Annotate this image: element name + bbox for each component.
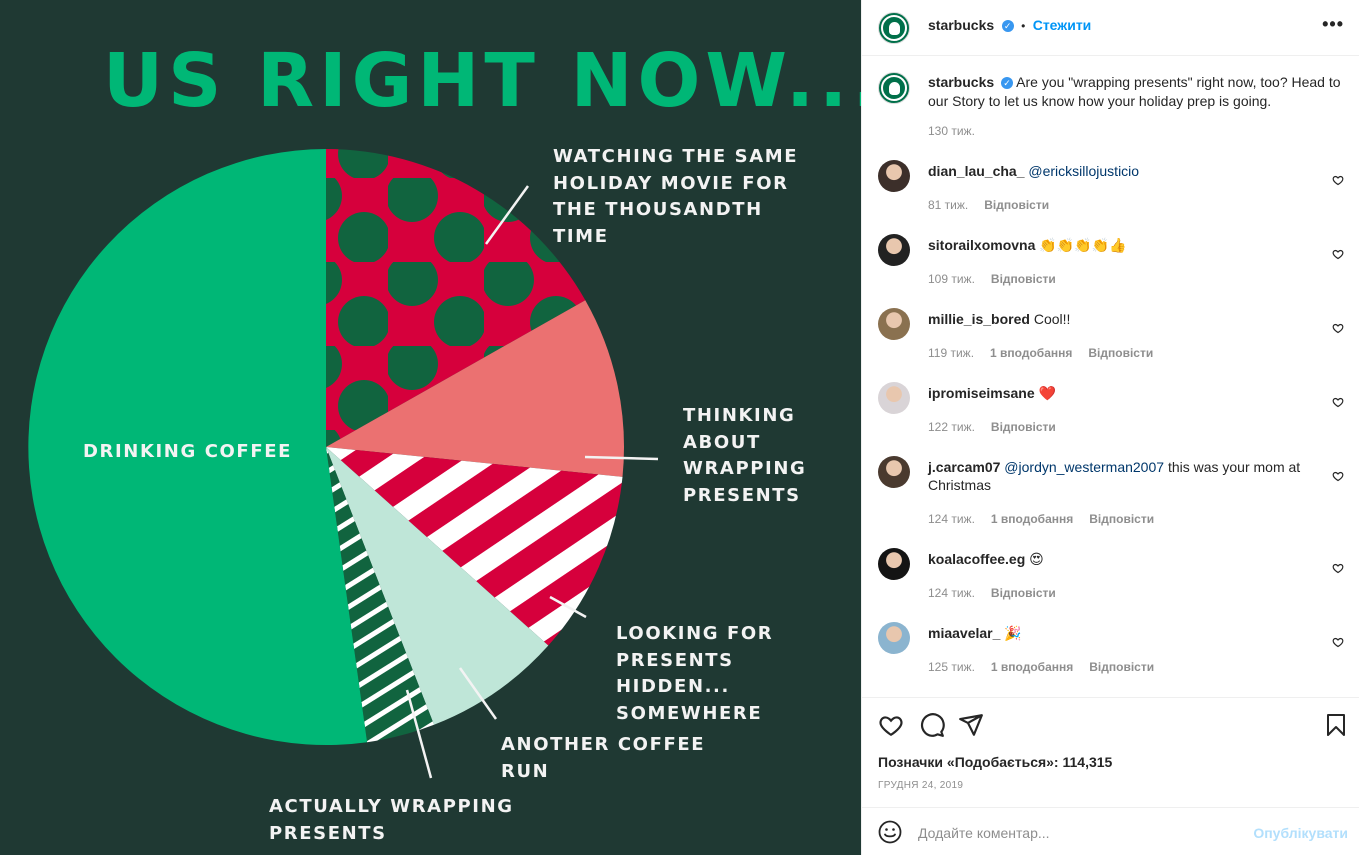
comment-text: 👏👏👏👏👍 — [1039, 237, 1127, 253]
comment-input[interactable]: Додайте коментар... — [918, 825, 1050, 841]
comment-text: 🎉 — [1004, 625, 1022, 641]
reply-button[interactable]: Відповісти — [984, 198, 1049, 212]
comment-body: millie_is_bored Cool!! — [928, 310, 1318, 328]
comment-text: Cool!! — [1033, 311, 1071, 327]
reply-button[interactable]: Відповісти — [1089, 660, 1154, 674]
avatar[interactable] — [878, 382, 910, 414]
comment-like-heart-icon[interactable] — [1332, 248, 1344, 260]
comment-like-heart-icon[interactable] — [1332, 396, 1344, 408]
avatar[interactable] — [878, 548, 910, 580]
comment-meta: 122 тиж. Відповісти — [928, 420, 1072, 434]
likes-count[interactable]: Позначки «Подобається»: 114,315 — [878, 754, 1112, 770]
post-image[interactable]: US RIGHT NOW... WATCHING THE SAME HOLIDA… — [0, 0, 861, 855]
comment-username[interactable]: sitorailxomovna — [928, 237, 1035, 253]
comment-meta: 109 тиж. Відповісти — [928, 272, 1072, 286]
comment-username[interactable]: ipromiseimsane — [928, 385, 1035, 401]
caption-username[interactable]: starbucks — [928, 74, 994, 90]
comment-item: dian_lau_cha_ @ericksillojusticio 81 тиж… — [878, 160, 1348, 234]
comment-body: sitorailxomovna 👏👏👏👏👍 — [928, 236, 1318, 254]
label-watching-movie: WATCHING THE SAME HOLIDAY MOVIE FOR THE … — [553, 146, 799, 247]
reply-button[interactable]: Відповісти — [991, 420, 1056, 434]
comment-body: dian_lau_cha_ @ericksillojusticio — [928, 162, 1318, 180]
comment-like-heart-icon[interactable] — [1332, 562, 1344, 574]
comment-time[interactable]: 125 тиж. — [928, 660, 975, 674]
comment-time[interactable]: 124 тиж. — [928, 512, 975, 526]
comment-body: j.carcam07 @jordyn_westerman2007 this wa… — [928, 458, 1318, 494]
comment-body: koalacoffee.eg 😍 — [928, 550, 1318, 568]
comment-bubble-icon[interactable] — [919, 712, 945, 738]
paper-plane-icon[interactable] — [958, 712, 984, 738]
comment-text: 😍 — [1029, 551, 1044, 567]
comment-item: j.carcam07 @jordyn_westerman2007 this wa… — [878, 456, 1348, 530]
smiley-icon[interactable] — [878, 820, 902, 844]
comment-mention[interactable]: @jordyn_westerman2007 — [1004, 459, 1164, 475]
comment-body: miaavelar_ 🎉 — [928, 624, 1318, 642]
label-thinking-wrapping: THINKING ABOUT WRAPPING PRESENTS — [683, 405, 807, 506]
comment-username[interactable]: millie_is_bored — [928, 311, 1030, 327]
post-comment-button[interactable]: Опублікувати — [1253, 825, 1348, 841]
comment-like-heart-icon[interactable] — [1332, 322, 1344, 334]
label-drinking-coffee: DRINKING COFFEE — [83, 441, 293, 462]
label-another-coffee: ANOTHER COFFEE RUN — [501, 734, 706, 782]
more-options-icon[interactable]: ••• — [1322, 14, 1344, 35]
comment-likes[interactable]: 1 вподобання — [990, 346, 1072, 360]
avatar[interactable] — [878, 12, 910, 44]
post-sidebar: starbucks ✓ • Стежити ••• starbucks ✓ Ar… — [861, 0, 1359, 855]
image-title: US RIGHT NOW... — [103, 38, 861, 124]
avatar[interactable] — [878, 308, 910, 340]
comment-time[interactable]: 124 тиж. — [928, 586, 975, 600]
avatar[interactable] — [878, 456, 910, 488]
avatar[interactable] — [878, 622, 910, 654]
action-bar: Позначки «Подобається»: 114,315 ГРУДНЯ 2… — [862, 697, 1359, 807]
comment-item: koalacoffee.eg 😍 124 тиж. Відповісти — [878, 548, 1348, 622]
comment-item: miaavelar_ 🎉 125 тиж. 1 вподобання Відповіс… — [878, 622, 1348, 696]
comment-username[interactable]: dian_lau_cha_ — [928, 163, 1025, 179]
comment-item: ipromiseimsane ❤️ 122 тиж. Відповісти — [878, 382, 1348, 456]
comment-username[interactable]: j.carcam07 — [928, 459, 1000, 475]
avatar[interactable] — [878, 160, 910, 192]
comment-text: ❤️ — [1038, 385, 1056, 401]
comment-username[interactable]: miaavelar_ — [928, 625, 1000, 641]
reply-button[interactable]: Відповісти — [1089, 512, 1154, 526]
comment-like-heart-icon[interactable] — [1332, 636, 1344, 648]
comment-time[interactable]: 81 тиж. — [928, 198, 968, 212]
comment-time[interactable]: 109 тиж. — [928, 272, 975, 286]
avatar[interactable] — [878, 234, 910, 266]
post-date: ГРУДНЯ 24, 2019 — [878, 780, 964, 791]
comment-time[interactable]: 122 тиж. — [928, 420, 975, 434]
comment-item: sitorailxomovna 👏👏👏👏👍 109 тиж. Відповісти — [878, 234, 1348, 308]
comment-mention[interactable]: @ericksillojusticio — [1028, 163, 1139, 179]
heart-outline-icon[interactable] — [878, 712, 904, 738]
label-actually-wrapping: ACTUALLY WRAPPING PRESENTS — [269, 796, 514, 844]
comment-like-heart-icon[interactable] — [1332, 174, 1344, 186]
comment-like-heart-icon[interactable] — [1332, 470, 1344, 482]
comment-meta: 119 тиж. 1 вподобання Відповісти — [928, 346, 1169, 360]
comment-meta: 81 тиж. Відповісти — [928, 198, 1065, 212]
verified-icon: ✓ — [1001, 19, 1014, 32]
separator-dot: • — [1021, 19, 1026, 33]
comment-input-bar: Додайте коментар... Опублікувати — [862, 807, 1359, 855]
post-header: starbucks ✓ • Стежити ••• — [862, 0, 1359, 56]
reply-button[interactable]: Відповісти — [991, 586, 1056, 600]
comment-body: ipromiseimsane ❤️ — [928, 384, 1318, 402]
comment-username[interactable]: koalacoffee.eg — [928, 551, 1025, 567]
bookmark-icon[interactable] — [1324, 712, 1348, 738]
label-looking-presents: LOOKING FOR PRESENTS HIDDEN... SOMEWHERE — [616, 623, 774, 724]
comment-meta: 124 тиж. Відповісти — [928, 586, 1072, 600]
reply-button[interactable]: Відповісти — [1088, 346, 1153, 360]
comment-time[interactable]: 119 тиж. — [928, 346, 974, 360]
comment-meta: 124 тиж. 1 вподобання Відповісти — [928, 512, 1170, 526]
comment-likes[interactable]: 1 вподобання — [991, 660, 1073, 674]
username[interactable]: starbucks — [928, 17, 994, 33]
comment-likes[interactable]: 1 вподобання — [991, 512, 1073, 526]
reply-button[interactable]: Відповісти — [991, 272, 1056, 286]
verified-icon: ✓ — [1001, 77, 1014, 90]
avatar[interactable] — [878, 72, 910, 104]
comment-meta: 125 тиж. 1 вподобання Відповісти — [928, 660, 1170, 674]
follow-button[interactable]: Стежити — [1033, 17, 1092, 33]
comment-item: millie_is_bored Cool!! 119 тиж. 1 вподобан… — [878, 308, 1348, 382]
caption-time: 130 тиж. — [928, 124, 975, 138]
